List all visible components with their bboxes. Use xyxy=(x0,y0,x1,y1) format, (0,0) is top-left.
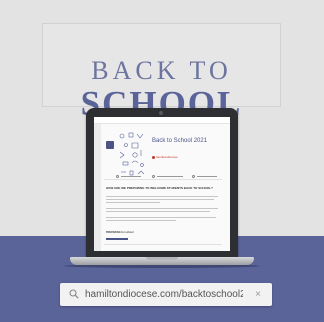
laptop-screen: Back to School 2021 hamiltondiocese HOW … xyxy=(94,117,230,251)
screen-option[interactable] xyxy=(152,175,186,178)
laptop-base xyxy=(70,257,254,265)
paragraph-line xyxy=(106,196,218,197)
screen-sidebar xyxy=(94,124,101,251)
title-line-back-to: BACK TO xyxy=(91,56,232,85)
option-radio xyxy=(192,175,195,178)
hero-tag: hamiltondiocese xyxy=(152,155,178,159)
paragraph-line xyxy=(106,217,216,218)
paragraph-line xyxy=(106,202,160,203)
paragraph-line xyxy=(106,211,210,212)
hero-logo-block xyxy=(106,141,114,149)
magnifier-icon xyxy=(69,289,79,299)
screen-option[interactable] xyxy=(116,175,146,178)
base-notch xyxy=(146,257,178,260)
hero-doodle-illustration xyxy=(119,132,145,176)
screen-divider xyxy=(104,179,222,180)
hero-tag-text: hamiltondiocese xyxy=(156,155,178,159)
clear-button[interactable]: × xyxy=(252,288,264,301)
title-panel: BACK TO SCHOOL xyxy=(42,23,281,122)
section-heading: HOW ARE WE PREPARING TO WELCOME STUDENTS… xyxy=(106,186,213,190)
url-search-bar[interactable]: hamiltondiocese.com/backtoschool2021 × xyxy=(60,283,272,306)
screen-top-bar xyxy=(94,117,230,124)
laptop-lid: Back to School 2021 hamiltondiocese HOW … xyxy=(86,108,238,258)
paragraph-line xyxy=(106,208,218,209)
promo-graphic: BACK TO SCHOOL Back to School 2021 hamil… xyxy=(0,0,324,322)
option-text xyxy=(157,176,183,177)
footer-button[interactable] xyxy=(106,238,128,240)
tag-dot xyxy=(152,155,155,159)
paragraph-line xyxy=(106,199,214,200)
paragraph-line xyxy=(106,220,176,221)
url-text[interactable]: hamiltondiocese.com/backtoschool2021 xyxy=(85,288,243,301)
screen-option[interactable] xyxy=(192,175,222,178)
option-radio xyxy=(116,175,119,178)
option-text xyxy=(121,176,141,177)
footer-divider xyxy=(104,244,222,245)
footer-label: PREPARING for school xyxy=(106,231,134,234)
webcam-dot xyxy=(159,111,163,115)
option-text xyxy=(197,176,217,177)
hero-title: Back to School 2021 xyxy=(152,138,208,144)
option-radio xyxy=(152,175,155,178)
